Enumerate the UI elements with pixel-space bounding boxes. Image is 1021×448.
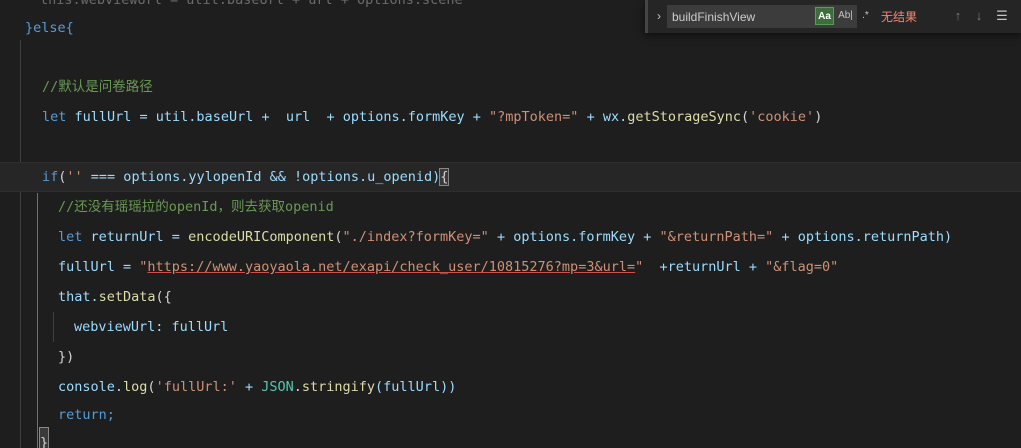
- code-expr: + options.returnPath): [773, 229, 953, 245]
- code-line-11[interactable]: webviewUrl: fullUrl: [0, 312, 1021, 342]
- code-function: setData: [98, 289, 156, 305]
- code-function: encodeURIComponent: [188, 229, 335, 245]
- code-expr: (fullUrl)): [375, 379, 457, 395]
- code-text: console.log('fullUrl:' + JSON.stringify(…: [58, 372, 456, 402]
- keyword-let: let: [58, 229, 83, 245]
- code-text: }else{: [25, 13, 74, 43]
- code-expr: webviewUrl: fullUrl: [74, 319, 229, 335]
- code-expr: +returnUrl +: [643, 259, 766, 275]
- code-comment: //还没有瑶瑶拉的openId，则去获取openid: [58, 199, 334, 215]
- code-line-3[interactable]: //默认是问卷路径: [0, 72, 1021, 102]
- code-class: JSON: [261, 379, 294, 395]
- code-text: fullUrl = "https://www.yaoyaola.net/exap…: [58, 252, 838, 282]
- code-punc: (: [334, 229, 343, 245]
- code-area[interactable]: this.webviewUrl = util.baseUrl + url + o…: [0, 0, 1021, 448]
- find-in-selection-icon[interactable]: ☰: [993, 8, 1011, 26]
- code-function: log: [123, 379, 148, 395]
- code-string: 'cookie': [749, 109, 815, 125]
- code-string: "&returnPath=": [659, 229, 774, 245]
- code-function: stringify: [301, 379, 376, 395]
- code-punc: .: [293, 379, 302, 395]
- code-line-8[interactable]: let returnUrl = encodeURIComponent("./in…: [0, 222, 1021, 252]
- find-widget: › Aa Ab| .* 无结果 ↑ ↓ ☰: [645, 0, 1021, 33]
- code-expr: +: [236, 379, 262, 395]
- code-line-9[interactable]: fullUrl = "https://www.yaoyaola.net/exap…: [0, 252, 1021, 282]
- code-text: that.setData({: [58, 282, 172, 312]
- keyword-return: return;: [58, 407, 115, 423]
- code-function: getStorageSync: [627, 109, 742, 125]
- code-expr: fullUrl = util.baseUrl + url + options.f…: [66, 109, 490, 125]
- keyword-if: if: [42, 169, 59, 185]
- match-case-toggle[interactable]: Aa: [815, 7, 834, 25]
- code-line-13[interactable]: console.log('fullUrl:' + JSON.stringify(…: [0, 372, 1021, 402]
- code-text: let fullUrl = util.baseUrl + url + optio…: [42, 102, 822, 132]
- code-text: if('' === options.yylopenId && !options.…: [42, 162, 450, 192]
- find-result-status: 无结果: [881, 10, 918, 24]
- code-string: "./index?formKey=": [342, 229, 489, 245]
- arrow-down-icon[interactable]: ↓: [970, 8, 988, 26]
- code-expr: that.: [58, 289, 99, 305]
- code-string: "?mpToken=": [489, 109, 579, 125]
- code-punc: ({: [155, 289, 172, 305]
- code-punc: (: [147, 379, 156, 395]
- code-line-6-active[interactable]: if('' === options.yylopenId && !options.…: [0, 162, 1021, 192]
- code-expr: + options.formKey +: [488, 229, 660, 245]
- code-expr: fullUrl =: [58, 259, 140, 275]
- code-line-4[interactable]: let fullUrl = util.baseUrl + url + optio…: [0, 102, 1021, 132]
- code-string: 'fullUrl:': [155, 379, 237, 395]
- keyword-else: }else{: [25, 20, 74, 36]
- code-expr: === options.yylopenId && !options.u_open…: [82, 169, 441, 185]
- code-punc: }): [58, 349, 75, 365]
- code-string: '': [66, 169, 83, 185]
- code-punc: (: [741, 109, 750, 125]
- code-comment: //默认是问卷路径: [42, 79, 153, 95]
- code-line-10[interactable]: that.setData({: [0, 282, 1021, 312]
- code-line-14[interactable]: return;: [0, 400, 1021, 430]
- code-line-15[interactable]: }: [0, 427, 1021, 448]
- code-string: "&flag=0": [765, 259, 839, 275]
- matched-brace: {: [439, 168, 450, 186]
- code-line-12[interactable]: }): [0, 342, 1021, 372]
- whole-word-toggle[interactable]: Ab|: [836, 7, 855, 25]
- code-expr: + wx.: [578, 109, 628, 125]
- chevron-right-icon[interactable]: ›: [652, 8, 666, 24]
- code-punc: ): [814, 109, 823, 125]
- code-line-7[interactable]: //还没有瑶瑶拉的openId，则去获取openid: [0, 192, 1021, 222]
- arrow-up-icon[interactable]: ↑: [949, 8, 967, 26]
- code-expr: console.: [58, 379, 124, 395]
- keyword-let: let: [42, 109, 67, 125]
- code-editor[interactable]: this.webviewUrl = util.baseUrl + url + o…: [0, 0, 1021, 448]
- regex-toggle[interactable]: .*: [856, 7, 875, 25]
- code-string: ": [635, 259, 644, 275]
- code-expr: returnUrl =: [82, 229, 189, 245]
- code-text: let returnUrl = encodeURIComponent("./in…: [58, 222, 952, 252]
- matched-brace: }: [38, 427, 50, 448]
- code-url-link[interactable]: https://www.yaoyaola.net/exapi/check_use…: [147, 259, 635, 275]
